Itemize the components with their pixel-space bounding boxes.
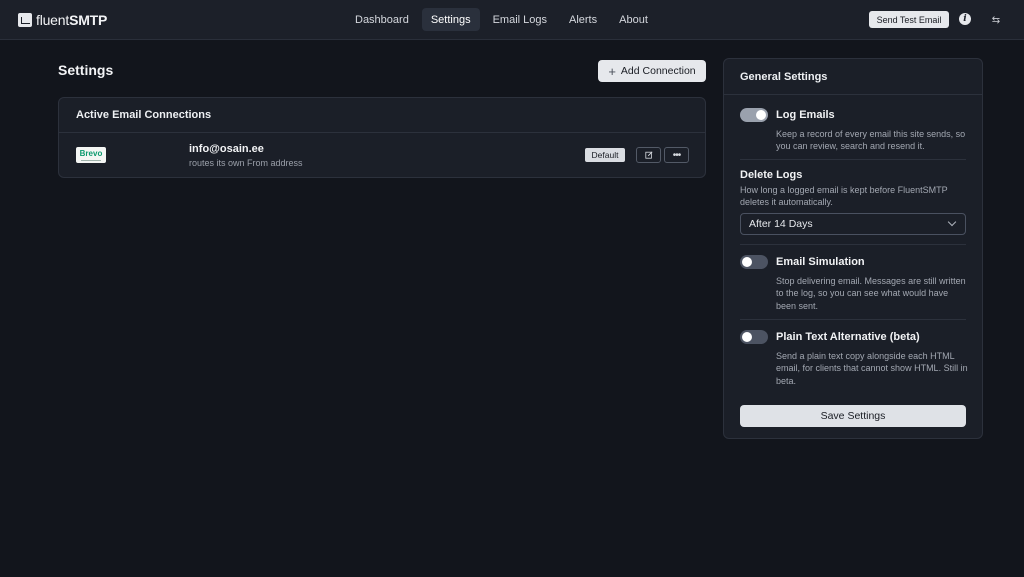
plain-text-label: Plain Text Alternative (beta) bbox=[776, 331, 920, 343]
delete-logs-label: Delete Logs bbox=[740, 169, 803, 181]
more-options-button[interactable]: ••• bbox=[664, 147, 689, 163]
active-connections-title: Active Email Connections bbox=[59, 98, 705, 133]
page-title: Settings bbox=[58, 62, 114, 78]
general-settings-title: General Settings bbox=[724, 59, 982, 95]
delete-logs-description: How long a logged email is kept before F… bbox=[740, 185, 948, 208]
more-icon: ••• bbox=[672, 149, 681, 161]
divider bbox=[740, 159, 966, 160]
divider bbox=[740, 319, 966, 320]
top-bar: fluentSMTP Dashboard Settings Email Logs… bbox=[0, 0, 1024, 40]
log-emails-toggle[interactable] bbox=[740, 108, 768, 122]
logo-icon bbox=[18, 13, 32, 27]
brevo-logo-text: Brevo bbox=[79, 148, 103, 158]
plain-text-toggle[interactable] bbox=[740, 330, 768, 344]
brevo-logo: Brevo bbox=[76, 147, 106, 163]
nav-alerts[interactable]: Alerts bbox=[560, 8, 606, 31]
send-test-email-button[interactable]: Send Test Email bbox=[869, 11, 949, 28]
nav-dashboard[interactable]: Dashboard bbox=[346, 8, 418, 31]
nav-email-logs[interactable]: Email Logs bbox=[484, 8, 556, 31]
edit-connection-button[interactable] bbox=[636, 147, 661, 163]
plain-text-description: Send a plain text copy alongside each HT… bbox=[776, 351, 968, 386]
add-connection-button[interactable]: + Add Connection bbox=[598, 60, 706, 82]
email-simulation-description: Stop delivering email. Messages are stil… bbox=[776, 276, 966, 311]
save-settings-button[interactable]: Save Settings bbox=[740, 405, 966, 427]
connection-row: Brevo info@osain.ee routes its own From … bbox=[59, 133, 705, 178]
divider bbox=[740, 244, 966, 245]
nav-settings[interactable]: Settings bbox=[421, 8, 480, 31]
info-icon[interactable]: i bbox=[959, 13, 971, 25]
general-settings-card: General Settings Log Emails Keep a recor… bbox=[723, 58, 983, 439]
active-connections-card: Active Email Connections Brevo info@osai… bbox=[58, 97, 706, 178]
chevron-down-icon bbox=[947, 217, 957, 227]
add-connection-label: Add Connection bbox=[620, 65, 696, 77]
delete-logs-select[interactable]: After 14 Days bbox=[740, 213, 966, 235]
email-simulation-label: Email Simulation bbox=[776, 256, 865, 268]
default-badge: Default bbox=[585, 148, 625, 162]
log-emails-label: Log Emails bbox=[776, 109, 835, 121]
swap-icon[interactable]: ⇆ bbox=[989, 13, 1003, 27]
nav-about[interactable]: About bbox=[610, 8, 657, 31]
connection-email: info@osain.ee bbox=[189, 143, 264, 155]
delete-logs-value: After 14 Days bbox=[749, 218, 813, 230]
connection-description: routes its own From address bbox=[189, 158, 303, 168]
fluentsmtp-logo[interactable]: fluentSMTP bbox=[18, 12, 107, 28]
email-simulation-toggle[interactable] bbox=[740, 255, 768, 269]
main-nav: Dashboard Settings Email Logs Alerts Abo… bbox=[346, 8, 657, 31]
logo-text: fluentSMTP bbox=[36, 12, 108, 28]
edit-icon bbox=[644, 151, 653, 159]
log-emails-description: Keep a record of every email this site s… bbox=[776, 129, 966, 152]
plus-icon: + bbox=[608, 63, 616, 79]
